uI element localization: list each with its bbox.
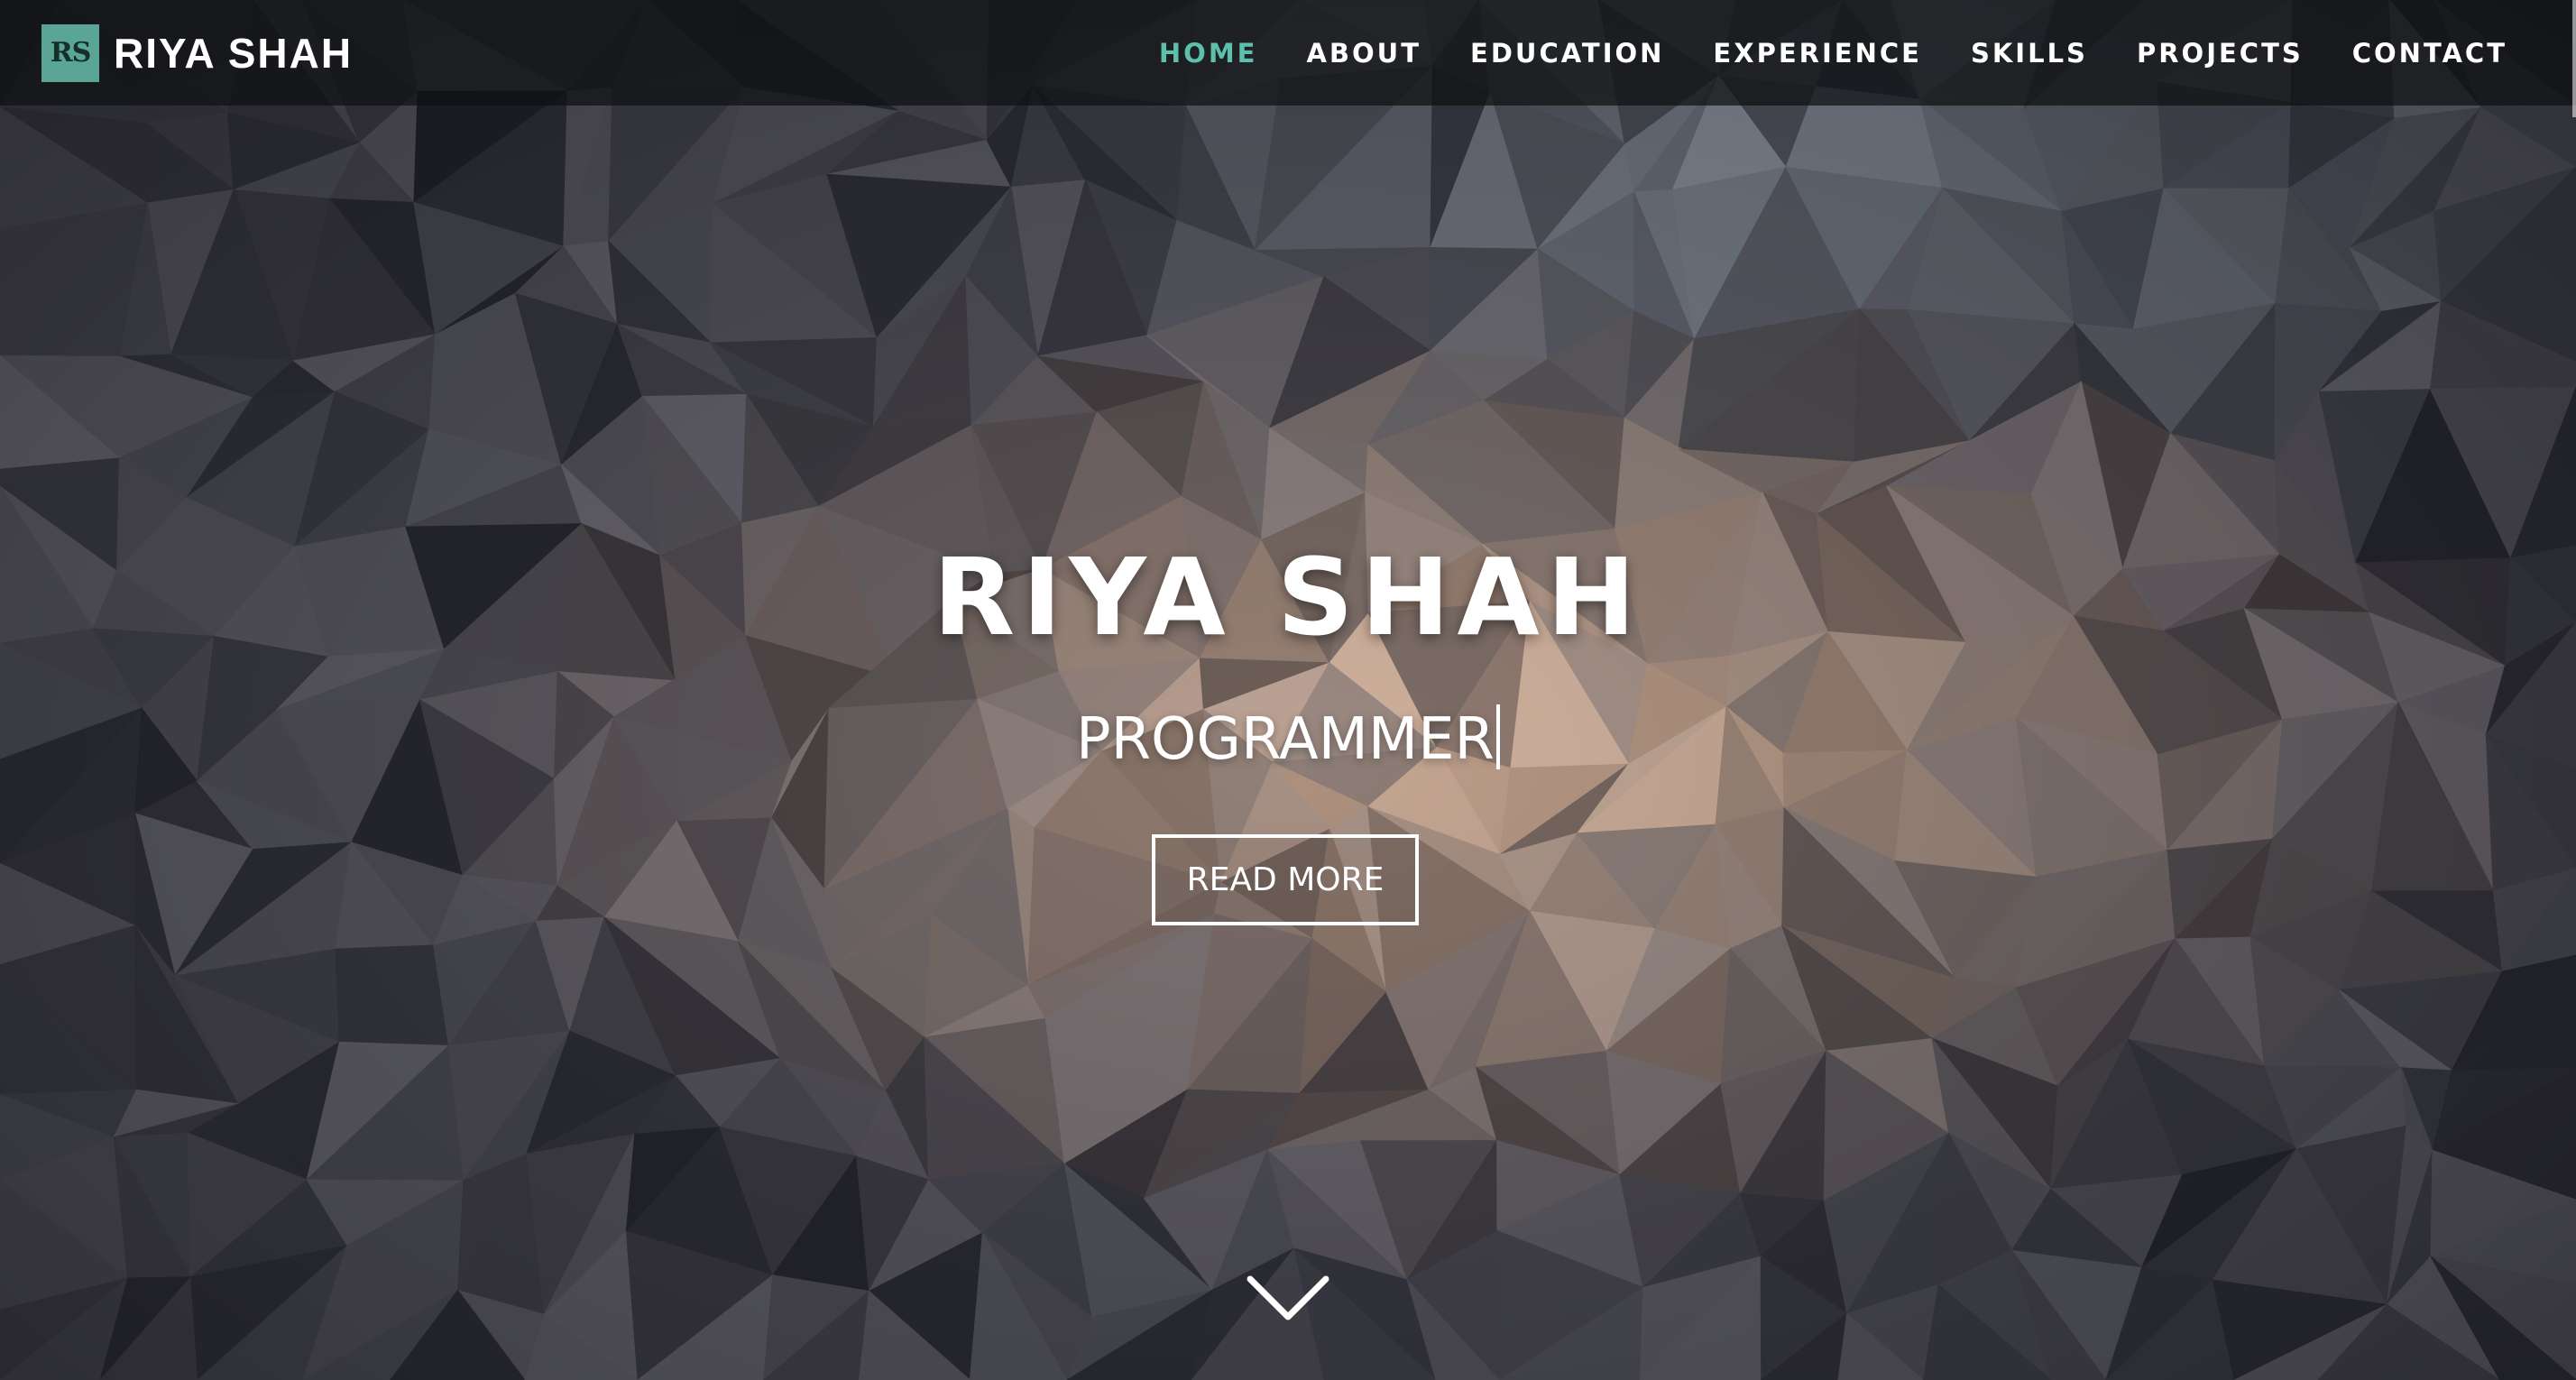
hero-background-image (0, 0, 2576, 1380)
nav-item-projects[interactable]: PROJECTS (2137, 38, 2304, 69)
hero-subtitle: PROGRAMMER (1075, 706, 1495, 773)
brand-name: RIYA SHAH (114, 29, 354, 77)
nav-item-contact[interactable]: CONTACT (2352, 38, 2507, 69)
brand-link[interactable]: RS RIYA SHAH (41, 23, 354, 82)
hero-title: RIYA SHAH (933, 535, 1643, 659)
chevron-down-icon[interactable] (1245, 1272, 1331, 1326)
scrollbar[interactable] (2572, 0, 2576, 117)
page: RS RIYA SHAH HOME ABOUT EDUCATION EXPERI… (0, 0, 2576, 1380)
nav-menu: HOME ABOUT EDUCATION EXPERIENCE SKILLS P… (1110, 38, 2507, 69)
brand-logo-icon: RS (41, 23, 99, 82)
nav-item-experience[interactable]: EXPERIENCE (1713, 38, 1922, 69)
typing-cursor (1496, 704, 1501, 769)
navbar: RS RIYA SHAH HOME ABOUT EDUCATION EXPERI… (0, 0, 2576, 106)
nav-item-education[interactable]: EDUCATION (1470, 38, 1664, 69)
nav-item-home[interactable]: HOME (1159, 38, 1258, 69)
hero-subtitle-wrap: PROGRAMMER (0, 702, 2576, 777)
read-more-label: READ MORE (1186, 861, 1385, 898)
read-more-button[interactable]: READ MORE (1152, 834, 1419, 925)
brand-logo-text: RS (50, 37, 92, 69)
nav-item-skills[interactable]: SKILLS (1971, 38, 2088, 69)
nav-item-about[interactable]: ABOUT (1306, 38, 1421, 69)
